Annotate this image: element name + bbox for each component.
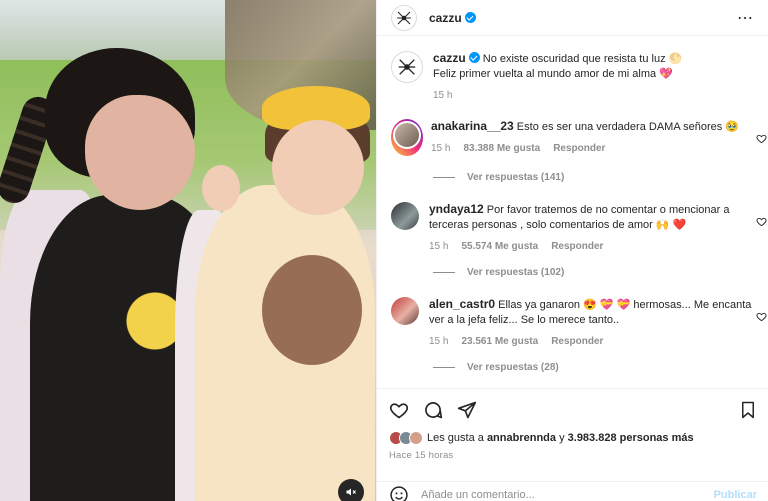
- share-icon[interactable]: [457, 400, 477, 420]
- comment-item: yndaya12 Por favor tratemos de no coment…: [377, 202, 768, 254]
- comment-username[interactable]: alen_castr0: [429, 297, 495, 311]
- caption-time: 15 h: [433, 90, 453, 101]
- action-icons: [389, 399, 757, 421]
- comment-username[interactable]: yndaya12: [429, 202, 484, 216]
- comment-icon[interactable]: [423, 400, 443, 420]
- comment-time: 15 h: [429, 336, 449, 347]
- mute-icon: [346, 488, 356, 496]
- comment-time: 15 h: [431, 143, 451, 154]
- reply-button[interactable]: Responder: [551, 334, 603, 349]
- view-replies-button[interactable]: Ver respuestas (102): [433, 267, 564, 278]
- caption-avatar[interactable]: [391, 51, 423, 83]
- post-panel: cazzu ⋯ cazzu No existe oscuridad que re…: [376, 0, 768, 501]
- heart-icon[interactable]: [389, 400, 409, 420]
- media-hand: [262, 255, 362, 365]
- comment-avatar[interactable]: [391, 297, 419, 325]
- comment-username[interactable]: anakarina__23: [431, 119, 514, 133]
- verified-icon: [464, 12, 476, 23]
- comment-likes[interactable]: 83.388 Me gusta: [463, 141, 540, 156]
- view-replies-button[interactable]: Ver respuestas (141): [433, 172, 564, 183]
- post-media[interactable]: [0, 0, 376, 501]
- caption-username[interactable]: cazzu: [433, 51, 466, 65]
- heart-emoji-icon: 💖: [659, 68, 673, 80]
- reply-button[interactable]: Responder: [551, 239, 603, 254]
- verified-icon: [468, 52, 480, 63]
- comment-likes[interactable]: 55.574 Me gusta: [461, 239, 538, 254]
- comment-time: 15 h: [429, 241, 449, 252]
- liker-avatars[interactable]: [389, 431, 423, 445]
- post-caption: cazzu No existe oscuridad que resista tu…: [377, 51, 768, 103]
- add-comment-bar: Publicar: [377, 481, 768, 501]
- comment-item: alen_castr0 Ellas ya ganaron 😍 💝 💝 hermo…: [377, 297, 768, 349]
- caption-text-line1: No existe oscuridad que resista tu luz: [482, 53, 666, 65]
- media-baby-hand: [202, 165, 240, 211]
- comment-like-heart-icon[interactable]: [756, 311, 767, 322]
- spider-avatar-icon: [397, 11, 411, 24]
- comment-avatar[interactable]: [391, 202, 419, 230]
- publish-button[interactable]: Publicar: [714, 489, 757, 501]
- likes-first-user[interactable]: annabrennda: [487, 432, 556, 444]
- comment-text: Esto es ser una verdadera DAMA señores 🥹: [516, 121, 739, 133]
- likes-connector: y: [559, 432, 565, 444]
- comments-list[interactable]: cazzu No existe oscuridad que resista tu…: [377, 41, 768, 386]
- media-baby-face: [272, 120, 364, 215]
- comment-avatar[interactable]: [391, 119, 423, 156]
- media-woman-face: [85, 95, 195, 210]
- author-avatar[interactable]: [391, 4, 417, 31]
- view-replies-button[interactable]: Ver respuestas (28): [433, 362, 559, 373]
- comment-item: anakarina__23 Esto es ser una verdadera …: [377, 119, 768, 156]
- caption-text-line2: Feliz primer vuelta al mundo amor de mi …: [433, 68, 657, 80]
- comment-like-heart-icon[interactable]: [756, 216, 767, 227]
- spider-avatar-icon: [398, 59, 416, 75]
- post-actions: Les gusta a annabrennda y 3.983.828 pers…: [377, 388, 768, 461]
- comment-input[interactable]: [421, 488, 714, 501]
- author-username[interactable]: cazzu: [429, 11, 462, 25]
- comment-likes[interactable]: 23.561 Me gusta: [461, 334, 538, 349]
- mute-button[interactable]: [338, 479, 364, 501]
- save-icon[interactable]: [739, 400, 757, 420]
- emoji-icon[interactable]: [389, 485, 409, 501]
- likes-others[interactable]: 3.983.828 personas más: [568, 432, 694, 444]
- likes-summary: Les gusta a annabrennda y 3.983.828 pers…: [389, 431, 757, 445]
- likes-prefix: Les gusta a: [427, 432, 484, 444]
- more-options-icon[interactable]: ⋯: [737, 8, 754, 28]
- post-time[interactable]: Hace 15 horas: [389, 450, 757, 461]
- sun-emoji-icon: 🌕: [668, 53, 683, 65]
- reply-button[interactable]: Responder: [553, 141, 605, 156]
- comment-like-heart-icon[interactable]: [756, 133, 767, 144]
- post-header: cazzu ⋯: [377, 0, 768, 36]
